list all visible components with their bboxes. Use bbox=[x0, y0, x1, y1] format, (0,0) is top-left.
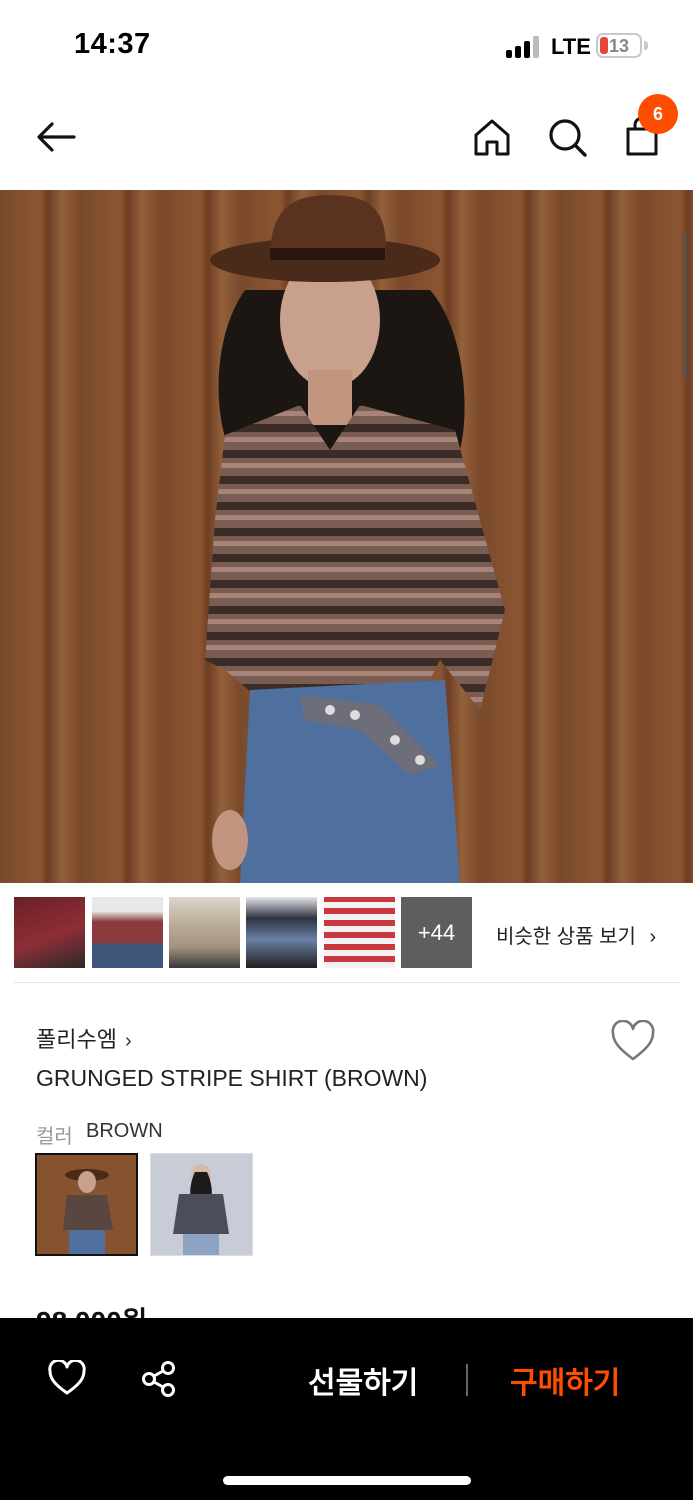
cart-count-badge: 6 bbox=[638, 94, 678, 134]
home-icon[interactable] bbox=[470, 115, 514, 159]
button-divider bbox=[466, 1364, 468, 1396]
brand-link[interactable]: 폴리수엠 › bbox=[36, 1022, 132, 1054]
battery-icon: 13 bbox=[596, 33, 642, 58]
chevron-right-icon: › bbox=[124, 1030, 132, 1052]
thumbnail-1[interactable] bbox=[14, 897, 85, 968]
chevron-right-icon: › bbox=[649, 926, 657, 948]
thumbnail-2[interactable] bbox=[92, 897, 163, 968]
model-illustration bbox=[205, 195, 505, 883]
status-time: 14:37 bbox=[74, 28, 151, 60]
wishlist-heart-icon[interactable] bbox=[47, 1360, 87, 1396]
thumbnail-4[interactable] bbox=[246, 897, 317, 968]
thumbnail-more[interactable]: +44 bbox=[401, 897, 472, 968]
back-arrow-icon[interactable] bbox=[34, 115, 78, 159]
similar-products-link[interactable]: 비슷한 상품 보기 › bbox=[496, 920, 656, 949]
product-main-image[interactable] bbox=[0, 190, 693, 883]
buy-button[interactable]: 구매하기 bbox=[510, 1358, 620, 1402]
color-label: 컬러 bbox=[36, 1126, 73, 1148]
network-label: LTE bbox=[551, 34, 591, 59]
share-icon[interactable] bbox=[140, 1360, 178, 1398]
signal-icon bbox=[506, 36, 542, 58]
bottom-action-bar bbox=[0, 1318, 693, 1500]
thumbnail-3[interactable] bbox=[169, 897, 240, 968]
divider bbox=[14, 982, 679, 983]
status-bar: 14:37 LTE 13 bbox=[0, 0, 693, 90]
search-icon[interactable] bbox=[545, 115, 589, 159]
brand-name: 폴리수엠 bbox=[36, 1027, 117, 1052]
image-scroll-indicator bbox=[683, 232, 687, 380]
home-indicator bbox=[223, 1476, 471, 1485]
product-title: GRUNGED STRIPE SHIRT (BROWN) bbox=[36, 1065, 428, 1091]
thumbnail-5[interactable] bbox=[324, 897, 395, 968]
similar-products-label: 비슷한 상품 보기 bbox=[496, 926, 636, 948]
heart-icon[interactable] bbox=[610, 1020, 656, 1062]
color-swatch-alt[interactable] bbox=[150, 1153, 253, 1256]
color-swatch-brown[interactable] bbox=[35, 1153, 138, 1256]
battery-tip bbox=[644, 41, 648, 50]
battery-level: 13 bbox=[608, 36, 630, 56]
color-value: BROWN bbox=[86, 1120, 163, 1142]
gift-button[interactable]: 선물하기 bbox=[308, 1358, 418, 1402]
top-navigation bbox=[0, 90, 693, 190]
more-count: +44 bbox=[417, 919, 456, 945]
